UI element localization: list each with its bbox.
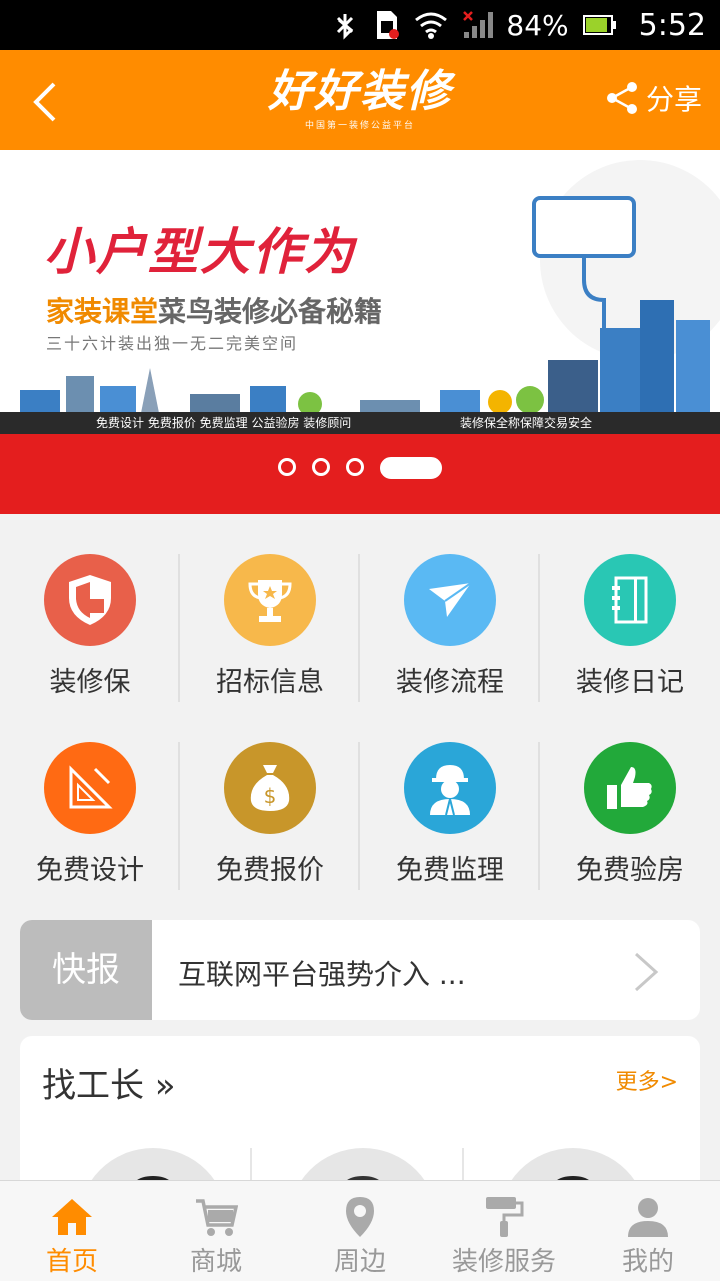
person-icon	[628, 1198, 668, 1237]
feature-icon-bg	[404, 554, 496, 646]
share-label: 分享	[645, 83, 702, 116]
feature-bidding-info[interactable]: 招标信息	[180, 514, 360, 702]
trophy-icon	[248, 580, 292, 622]
tab-profile[interactable]: 我的	[576, 1181, 720, 1281]
news-tag: 快报	[20, 920, 152, 1020]
carousel-dot-active[interactable]	[380, 457, 442, 479]
feature-label: 装修日记	[576, 667, 684, 698]
carousel-dot[interactable]	[278, 458, 296, 476]
more-link[interactable]: 更多>	[616, 1064, 678, 1096]
carousel-dot[interactable]	[346, 458, 364, 476]
tab-label: 我的	[621, 1247, 674, 1277]
cart-icon	[196, 1199, 238, 1236]
grid-divider	[358, 554, 360, 702]
feature-label: 装修流程	[396, 667, 504, 698]
banner-strip-guarantee: 装修保全称保障交易安全	[460, 416, 593, 430]
feature-icon-bg	[224, 554, 316, 646]
ruler-icon	[69, 765, 113, 809]
grid-divider	[538, 554, 540, 702]
feature-icon-bg	[44, 554, 136, 646]
tab-home[interactable]: 首页	[0, 1181, 144, 1281]
grid-divider	[358, 742, 360, 890]
location-pin-icon	[346, 1197, 374, 1237]
banner-title: 小户型大作为	[44, 223, 356, 281]
banner-subtitle-highlight: 家装课堂	[46, 295, 159, 328]
shield-icon	[69, 575, 111, 625]
section-title: 找工长 »	[42, 1066, 176, 1106]
tab-label: 首页	[45, 1247, 98, 1277]
tab-mall[interactable]: 商城	[144, 1181, 288, 1281]
feature-grid: 装修保 招标信息 装修流程 装修日记 免费设计 $ 免费报价 免费监理 免费验房	[0, 514, 720, 890]
tab-label: 商城	[189, 1247, 242, 1277]
feature-label: 免费监理	[396, 855, 504, 886]
carousel-dot[interactable]	[312, 458, 330, 476]
thumbs-up-icon	[607, 767, 652, 809]
feature-free-inspection[interactable]: 免费验房	[540, 702, 720, 890]
feature-free-supervision[interactable]: 免费监理	[360, 702, 540, 890]
banner-info-strip: 免费设计 免费报价 免费监理 公益验房 装修顾问 装修保全称保障交易安全	[0, 412, 720, 434]
tab-decoration-services[interactable]: 装修服务	[432, 1181, 576, 1281]
feature-icon-bg	[44, 742, 136, 834]
feature-label: 免费验房	[576, 855, 684, 886]
svg-text:$: $	[264, 784, 277, 808]
wifi-icon	[414, 10, 448, 40]
tab-label: 周边	[333, 1247, 386, 1277]
share-button[interactable]: 分享	[604, 78, 702, 118]
worker-icon	[430, 765, 470, 815]
notebook-icon	[612, 576, 648, 624]
app-header: 好好装修 中国第一装修公益平台 分享	[0, 50, 720, 150]
bottom-tab-bar: 首页 商城 周边 装修服务 我的	[0, 1180, 720, 1281]
feature-decoration-diary[interactable]: 装修日记	[540, 514, 720, 702]
feature-icon-bg	[584, 554, 676, 646]
clock: 5:52	[638, 7, 706, 43]
sim-card-icon	[374, 9, 400, 41]
news-headline[interactable]: 互联网平台强势介入 ...	[178, 920, 466, 1020]
promo-banner[interactable]: 小户型大作为 家装课堂菜鸟装修必备秘籍 三十六计装出独一无二完美空间 免费设计 …	[0, 150, 720, 514]
grid-divider	[178, 554, 180, 702]
feature-icon-bg	[584, 742, 676, 834]
paper-plane-icon	[429, 582, 472, 617]
logo-tagline: 中国第一装修公益平台	[304, 121, 415, 131]
feature-icon-bg: $	[224, 742, 316, 834]
logo-text: 好好装修	[268, 66, 452, 117]
chevron-left-icon	[33, 82, 56, 122]
share-icon	[606, 82, 637, 114]
banner-subtitle-rest: 菜鸟装修必备秘籍	[158, 295, 383, 328]
status-bar: 84% 5:52	[0, 0, 720, 50]
feature-label: 装修保	[49, 667, 131, 698]
money-bag-icon: $	[250, 765, 290, 811]
paint-roller-icon	[486, 1197, 524, 1237]
chevron-right-icon	[634, 952, 659, 992]
feature-icon-bg	[404, 742, 496, 834]
tab-label: 装修服务	[451, 1247, 556, 1277]
battery-icon	[582, 14, 617, 36]
banner-strip-services: 免费设计 免费报价 免费监理 公益验房 装修顾问	[96, 416, 352, 430]
tab-nearby[interactable]: 周边	[288, 1181, 432, 1281]
banner-slogan: 三十六计装出独一无二完美空间	[46, 334, 299, 353]
back-button[interactable]	[20, 74, 76, 130]
news-ticker[interactable]: 快报 互联网平台强势介入 ...	[20, 920, 700, 1020]
feature-decoration-process[interactable]: 装修流程	[360, 514, 540, 702]
bluetooth-off-icon	[330, 10, 360, 40]
carousel-indicators	[0, 457, 720, 482]
home-icon	[52, 1199, 92, 1235]
grid-divider	[538, 742, 540, 890]
signal-icon	[462, 10, 496, 40]
app-logo: 好好装修 中国第一装修公益平台	[250, 62, 470, 142]
banner-subtitle: 家装课堂菜鸟装修必备秘籍	[46, 290, 382, 330]
battery-percent: 84%	[506, 8, 569, 42]
feature-decoration-insurance[interactable]: 装修保	[0, 514, 180, 702]
feature-free-quote[interactable]: $ 免费报价	[180, 702, 360, 890]
feature-free-design[interactable]: 免费设计	[0, 702, 180, 890]
feature-label: 免费设计	[36, 855, 144, 886]
grid-divider	[178, 742, 180, 890]
feature-label: 招标信息	[216, 667, 324, 698]
feature-label: 免费报价	[216, 855, 324, 886]
